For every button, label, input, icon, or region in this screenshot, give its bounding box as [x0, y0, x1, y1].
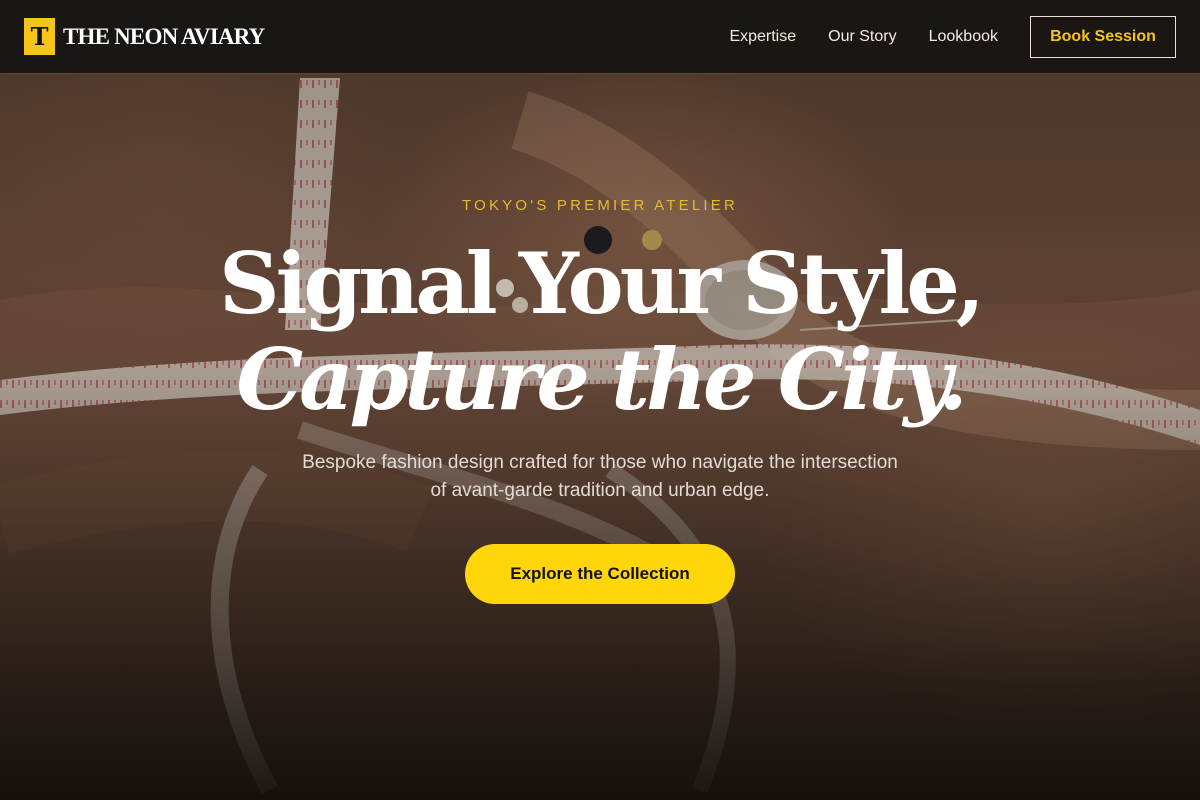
main-nav: Expertise Our Story Lookbook Book Sessio… [729, 15, 1176, 58]
site-header: T THE NEON AVIARY Expertise Our Story Lo… [0, 0, 1200, 74]
hero-subtitle: Bespoke fashion design crafted for those… [302, 452, 898, 501]
headline-line-1: Signal Your Style, [218, 234, 985, 333]
hero-headline: Signal Your Style, Capture the City. [0, 232, 1200, 424]
brand-name: THE NEON AVIARY [63, 23, 265, 49]
headline-line-2: Capture the City. [236, 330, 967, 429]
brand-logo-link[interactable]: T THE NEON AVIARY [24, 18, 265, 55]
hero-section: TOKYO'S PREMIER ATELIER Signal Your Styl… [0, 74, 1200, 800]
logo-icon: T [24, 18, 55, 55]
nav-link-our-story[interactable]: Our Story [828, 28, 896, 46]
nav-link-expertise[interactable]: Expertise [729, 28, 796, 46]
nav-link-lookbook[interactable]: Lookbook [929, 28, 998, 46]
hero-eyebrow: TOKYO'S PREMIER ATELIER [462, 197, 738, 214]
book-session-button[interactable]: Book Session [1030, 15, 1176, 58]
explore-collection-button[interactable]: Explore the Collection [465, 544, 735, 604]
